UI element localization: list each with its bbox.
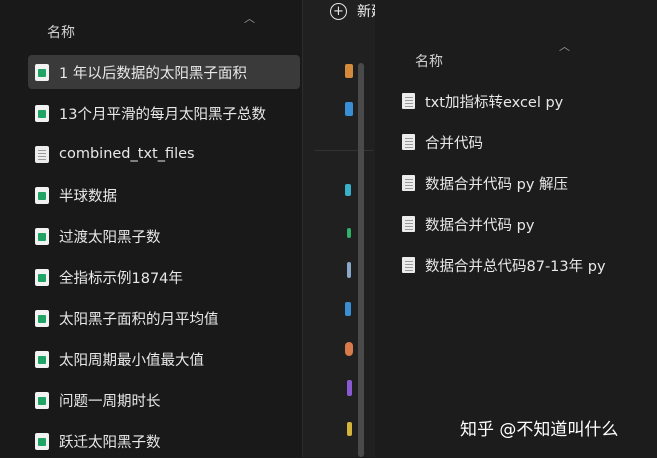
file-row[interactable]: 太阳黑子面积的月平均值 xyxy=(28,301,300,335)
spreadsheet-icon xyxy=(35,186,49,204)
file-name: 问题一周期时长 xyxy=(59,393,161,410)
app-icon[interactable] xyxy=(347,380,352,396)
file-name: 太阳周期最小值最大值 xyxy=(59,352,204,369)
nav-divider xyxy=(315,150,373,151)
file-row[interactable]: 合并代码 xyxy=(402,127,483,157)
file-name: 全指标示例1874年 xyxy=(59,270,183,287)
app-icon[interactable] xyxy=(345,184,351,196)
app-icon[interactable] xyxy=(347,422,352,436)
file-row[interactable]: 全指标示例1874年 xyxy=(28,260,300,294)
file-row[interactable]: 数据合并代码 py 解压 xyxy=(402,168,568,198)
file-row[interactable]: 太阳周期最小值最大值 xyxy=(28,342,300,376)
file-name: 数据合并总代码87-13年 py xyxy=(425,258,606,275)
file-row[interactable]: 过渡太阳黑子数 xyxy=(28,219,300,253)
text-file-icon xyxy=(35,145,49,163)
app-icon[interactable] xyxy=(345,302,351,316)
spreadsheet-icon xyxy=(35,63,49,81)
app-icon[interactable] xyxy=(347,262,351,278)
watermark: 知乎 @不知道叫什么 xyxy=(460,420,619,440)
text-file-icon xyxy=(402,134,415,150)
folder-icon[interactable] xyxy=(345,64,353,78)
text-file-icon xyxy=(402,216,415,232)
spreadsheet-icon xyxy=(35,104,49,122)
spreadsheet-icon xyxy=(35,268,49,286)
file-name: combined_txt_files xyxy=(59,146,195,162)
left-file-pane: 名称 ︿ 1 年以后数据的太阳黑子面积 13个月平滑的每月太阳黑子总数 comb… xyxy=(0,0,302,457)
name-column-header[interactable]: 名称 xyxy=(415,51,443,71)
file-name: 太阳黑子面积的月平均值 xyxy=(59,311,219,328)
file-row[interactable]: 数据合并总代码87-13年 py xyxy=(402,250,606,280)
spreadsheet-icon xyxy=(35,227,49,245)
sort-chevron-up-icon[interactable]: ︿ xyxy=(244,10,255,26)
scrollbar[interactable] xyxy=(358,63,364,457)
spreadsheet-icon xyxy=(35,350,49,368)
sort-chevron-up-icon[interactable]: ︿ xyxy=(559,38,570,54)
file-name: 跃迁太阳黑子数 xyxy=(59,434,161,451)
file-name: txt加指标转excel py xyxy=(425,94,564,111)
plus-icon: + xyxy=(330,2,347,20)
spreadsheet-icon xyxy=(35,391,49,409)
file-row[interactable]: 1 年以后数据的太阳黑子面积 xyxy=(28,55,300,89)
file-name: 半球数据 xyxy=(59,188,117,205)
file-row[interactable]: 问题一周期时长 xyxy=(28,383,300,417)
file-row[interactable]: 跃迁太阳黑子数 xyxy=(28,424,300,458)
file-name: 数据合并代码 py xyxy=(425,217,535,234)
file-name: 1 年以后数据的太阳黑子面积 xyxy=(59,65,247,82)
file-row[interactable]: txt加指标转excel py xyxy=(402,86,563,116)
navigation-strip xyxy=(303,0,375,457)
text-file-icon xyxy=(402,257,415,273)
file-row[interactable]: 13个月平滑的每月太阳黑子总数 xyxy=(28,96,300,130)
file-row[interactable]: 半球数据 xyxy=(28,178,300,212)
spreadsheet-icon xyxy=(35,432,49,450)
file-name: 13个月平滑的每月太阳黑子总数 xyxy=(59,106,266,123)
spreadsheet-icon xyxy=(35,309,49,327)
name-column-header[interactable]: 名称 xyxy=(47,22,75,42)
file-name: 合并代码 xyxy=(425,135,483,152)
app-icon[interactable] xyxy=(345,342,353,356)
file-name: 数据合并代码 py 解压 xyxy=(425,176,569,193)
text-file-icon xyxy=(402,93,415,109)
file-row[interactable]: combined_txt_files xyxy=(28,137,300,171)
text-file-icon xyxy=(402,175,415,191)
app-icon[interactable] xyxy=(345,102,353,116)
right-file-pane: 名称 ︿ txt加指标转excel py 合并代码 数据合并代码 py 解压 数… xyxy=(375,0,657,457)
file-name: 过渡太阳黑子数 xyxy=(59,229,161,246)
app-icon[interactable] xyxy=(347,228,351,238)
file-row[interactable]: 数据合并代码 py xyxy=(402,209,534,239)
